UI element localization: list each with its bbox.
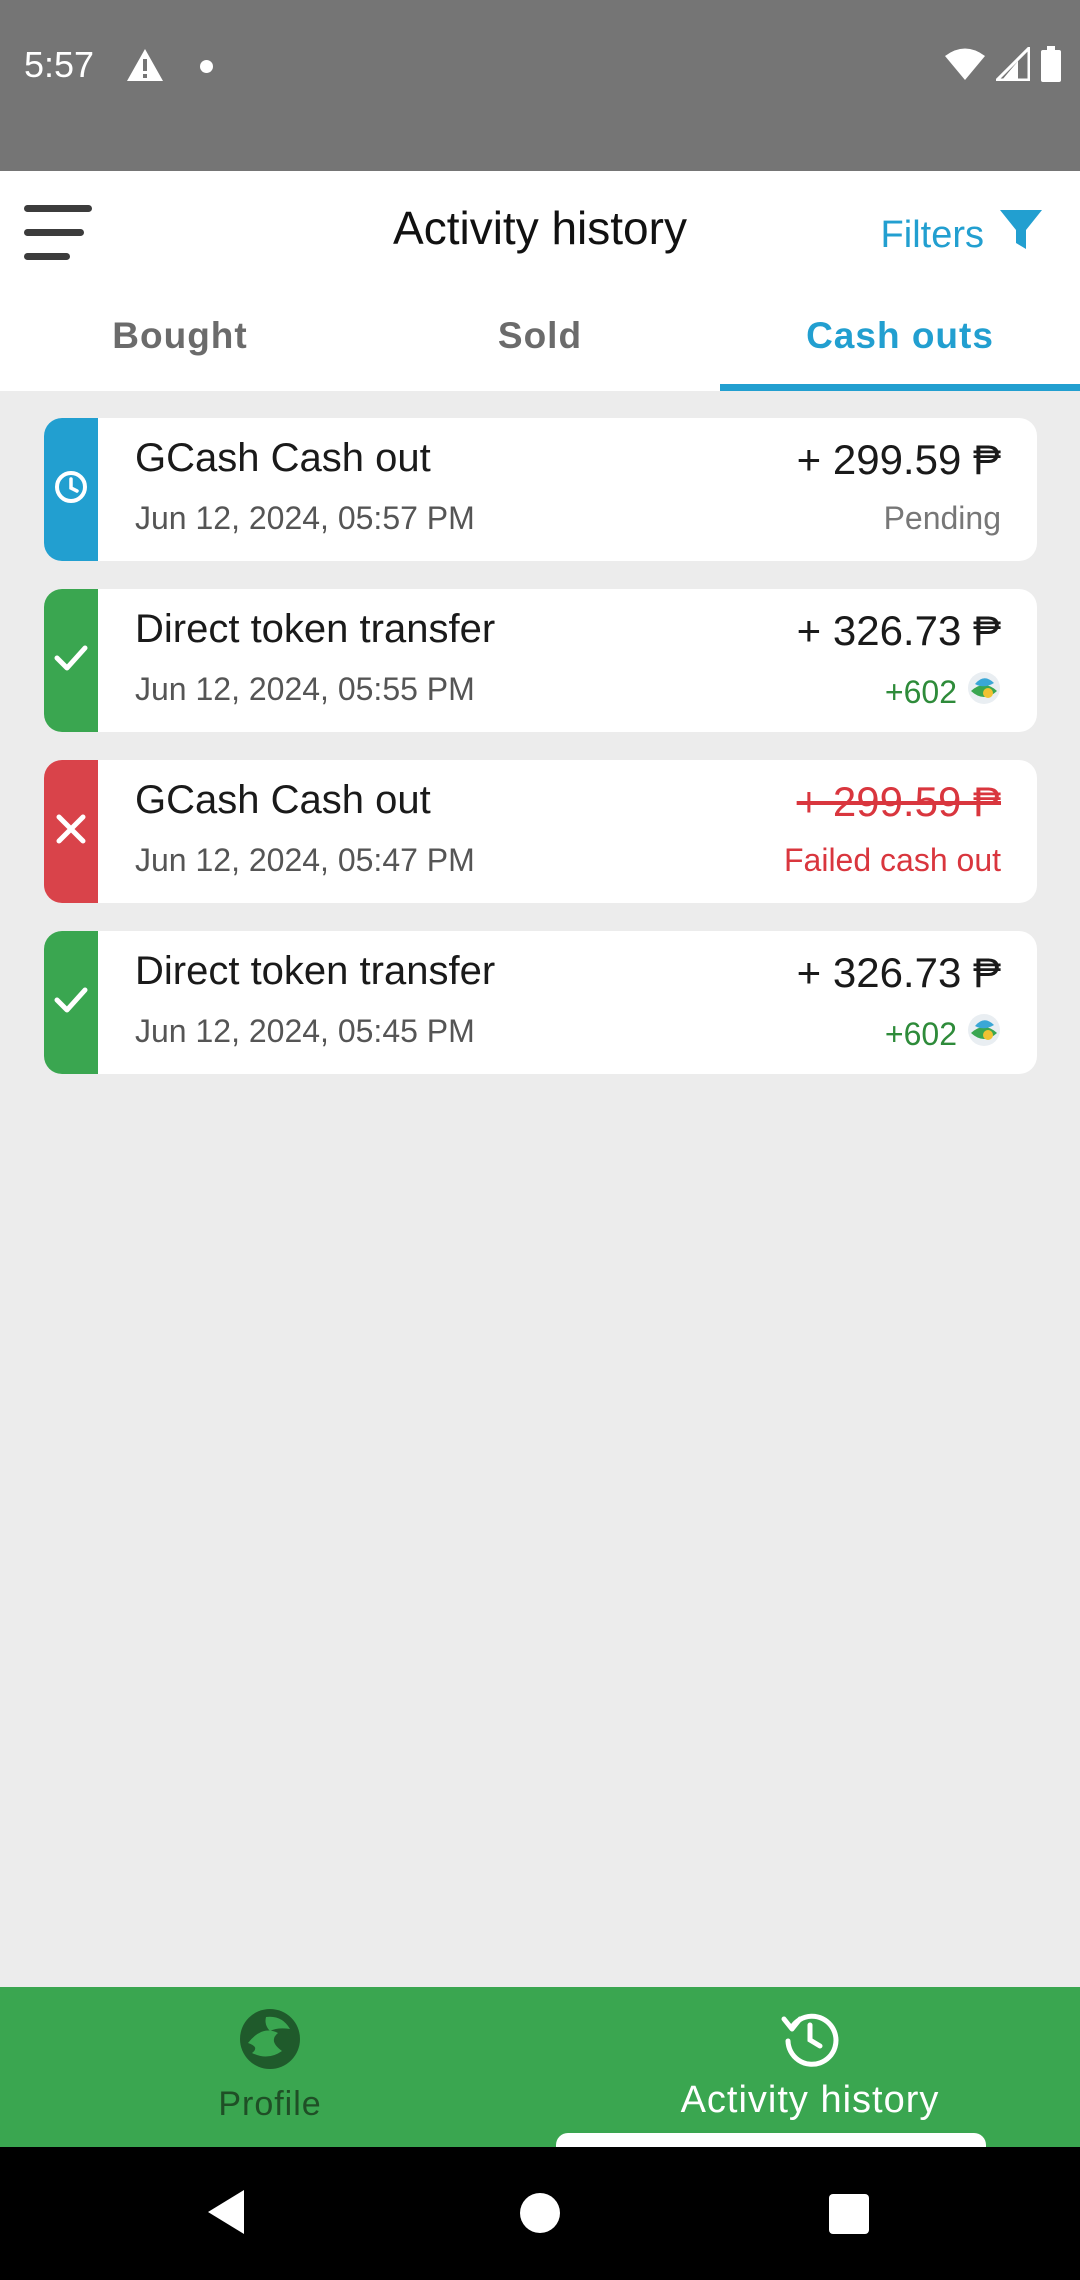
transaction-amount: + 326.73 ₱ — [796, 949, 1001, 996]
status-text: Pending — [883, 500, 1001, 536]
system-nav-bar — [0, 2147, 1080, 2280]
nav-activity-history[interactable]: Activity history — [540, 1987, 1080, 2147]
bonus-text: +602 — [884, 1015, 957, 1052]
history-icon — [778, 2007, 842, 2076]
transaction-title: Direct token transfer — [135, 607, 496, 651]
transaction-card[interactable]: Direct token transfer Jun 12, 2024, 05:4… — [44, 931, 1037, 1074]
bottom-nav: Profile Activity history — [0, 1987, 1080, 2147]
transaction-amount: + 299.59 ₱ — [796, 778, 1001, 825]
transaction-bonus: +602 — [885, 1013, 1001, 1055]
profile-logo-icon — [238, 2007, 302, 2076]
home-icon[interactable] — [518, 2191, 562, 2240]
x-icon — [55, 813, 87, 850]
transaction-title: GCash Cash out — [135, 778, 431, 822]
wifi-icon — [944, 47, 986, 86]
nav-label-profile: Profile — [218, 2085, 322, 2123]
transaction-list: GCash Cash out Jun 12, 2024, 05:57 PM + … — [44, 418, 1037, 1102]
app-header: Activity history Filters — [0, 171, 1080, 291]
transaction-status: Pending — [884, 500, 1001, 537]
token-coin-icon — [967, 1013, 1001, 1055]
transaction-date: Jun 12, 2024, 05:47 PM — [135, 842, 475, 878]
transaction-card[interactable]: Direct token transfer Jun 12, 2024, 05:5… — [44, 589, 1037, 732]
transaction-bonus: +602 — [885, 671, 1001, 713]
status-text: Failed cash out — [783, 842, 1001, 878]
tab-sold[interactable]: Sold — [360, 291, 720, 391]
battery-icon — [1040, 46, 1062, 87]
status-time: 5:57 — [24, 44, 95, 85]
transaction-date: Jun 12, 2024, 05:45 PM — [135, 1013, 475, 1049]
transaction-card[interactable]: GCash Cash out Jun 12, 2024, 05:57 PM + … — [44, 418, 1037, 561]
transaction-date: Jun 12, 2024, 05:55 PM — [135, 671, 475, 707]
recents-icon[interactable] — [828, 2193, 870, 2240]
signal-icon — [993, 44, 1031, 86]
status-bar: 5:57 — [0, 0, 1080, 171]
filters-label: Filters — [880, 213, 984, 256]
nav-profile[interactable]: Profile — [0, 1987, 540, 2147]
back-icon[interactable] — [204, 2187, 248, 2242]
filters-button[interactable]: Filters — [881, 207, 1044, 263]
nav-label-activity-history: Activity history — [680, 2079, 940, 2121]
transaction-card[interactable]: GCash Cash out Jun 12, 2024, 05:47 PM + … — [44, 760, 1037, 903]
notification-dot-icon — [200, 60, 213, 73]
transaction-title: Direct token transfer — [135, 949, 496, 993]
transaction-title: GCash Cash out — [135, 436, 431, 480]
transaction-status: Failed cash out — [784, 842, 1001, 879]
tab-bought[interactable]: Bought — [0, 291, 360, 391]
token-coin-icon — [967, 671, 1001, 713]
status-stripe — [44, 760, 98, 903]
transaction-amount: + 299.59 ₱ — [796, 436, 1001, 483]
status-stripe — [44, 418, 98, 561]
bonus-text: +602 — [884, 673, 957, 710]
status-icons — [944, 44, 1062, 87]
warning-icon — [126, 48, 164, 87]
check-icon — [54, 643, 88, 678]
funnel-icon — [998, 207, 1044, 263]
check-icon — [54, 985, 88, 1020]
status-stripe — [44, 931, 98, 1074]
transaction-date: Jun 12, 2024, 05:57 PM — [135, 500, 475, 536]
clock-icon — [54, 470, 88, 509]
transaction-amount: + 326.73 ₱ — [796, 607, 1001, 654]
tab-cash-outs[interactable]: Cash outs — [720, 291, 1080, 391]
status-stripe — [44, 589, 98, 732]
tab-bar: Bought Sold Cash outs — [0, 291, 1080, 391]
